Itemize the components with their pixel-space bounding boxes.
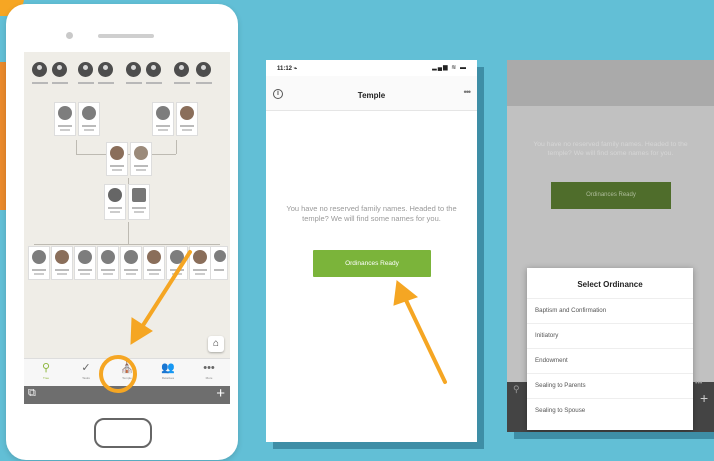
arrow-to-temple-tab [130,250,192,345]
callout-arrows [130,250,447,384]
arrow-to-ordinances-button [393,280,447,384]
